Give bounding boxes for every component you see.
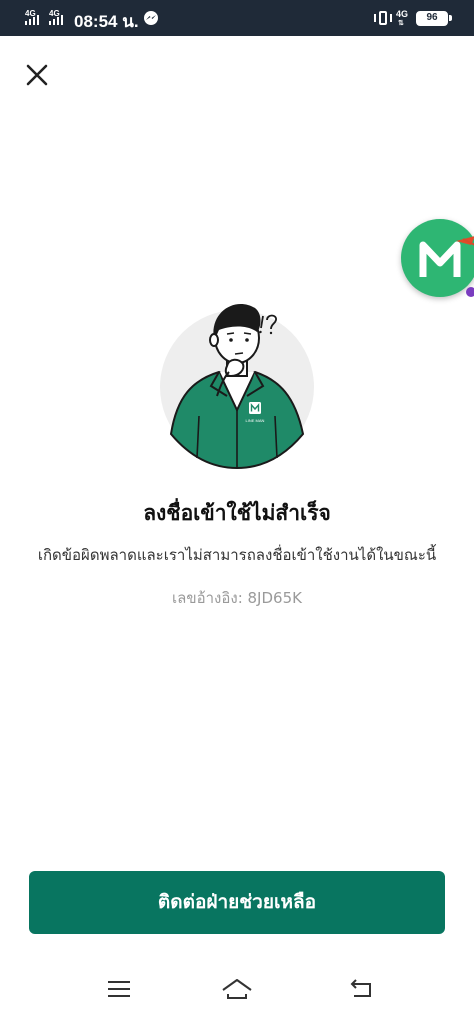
jacket-badge-text: LINE MAN xyxy=(246,418,265,423)
navigation-bar xyxy=(0,962,474,1016)
back-nav-button[interactable] xyxy=(344,974,378,1004)
menu-nav-button[interactable] xyxy=(102,974,136,1004)
signal-icon: 4G xyxy=(25,9,43,25)
home-icon xyxy=(222,979,252,999)
battery-icon: 96 xyxy=(416,11,452,26)
floating-chat-head[interactable] xyxy=(401,219,474,297)
sign-in-error-illustration: LINE MAN xyxy=(157,298,317,470)
network-4g-icon: 4G ⇅ xyxy=(396,9,409,27)
close-icon xyxy=(26,64,48,86)
home-nav-button[interactable] xyxy=(220,974,254,1004)
back-icon xyxy=(350,979,371,997)
menu-icon xyxy=(108,981,130,997)
network-label: 4G xyxy=(396,9,409,19)
signal-icon: 4G xyxy=(49,9,67,25)
line-man-m-icon xyxy=(419,236,474,297)
close-button[interactable] xyxy=(20,58,54,92)
messenger-icon xyxy=(144,11,158,25)
status-bar: 4G 4G 08:54 น. 4G ⇅ 96 xyxy=(0,0,474,36)
contact-support-button[interactable]: ติดต่อฝ่ายช่วยเหลือ xyxy=(29,871,445,934)
error-message: เกิดข้อผิดพลาดและเราไม่สามารถลงชื่อเข้าใ… xyxy=(37,546,437,564)
status-time: 08:54 น. xyxy=(74,12,139,31)
vibrate-icon xyxy=(374,10,392,26)
reference-code: เลขอ้างอิง: 8JD65K xyxy=(172,589,302,607)
page-title: ลงชื่อเข้าใช้ไม่สำเร็จ xyxy=(143,501,331,525)
battery-level: 96 xyxy=(426,12,438,23)
